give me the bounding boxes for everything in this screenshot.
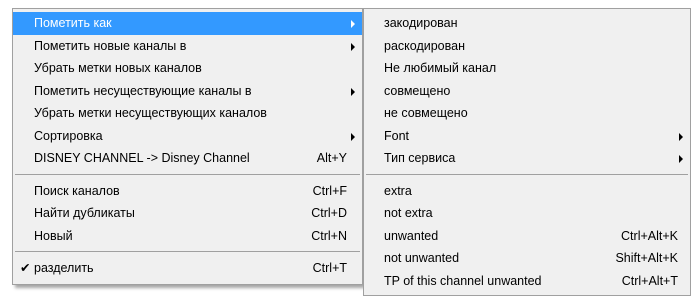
checkmark-icon: ✔: [20, 261, 31, 275]
menu-item-shortcut: Ctrl+D: [311, 206, 347, 220]
menu-separator: [15, 251, 360, 252]
menu-separator: [15, 173, 360, 175]
menu-item-not-unwanted[interactable]: not unwanted Shift+Alt+K: [364, 247, 690, 270]
menu-separator: [366, 173, 688, 175]
menu-item-unwanted[interactable]: unwanted Ctrl+Alt+K: [364, 225, 690, 248]
mark-as-submenu: закодирован раскодирован Не любимый канал с…: [363, 8, 691, 296]
menu-item-label: Новый: [34, 228, 73, 243]
menu-item-label: Пометить несуществующие каналы в: [34, 83, 252, 98]
menu-item-label: Не любимый канал: [384, 61, 497, 75]
menu-item-label: Убрать метки новых каналов: [34, 61, 202, 75]
menu-item-label: not unwanted: [384, 251, 460, 265]
submenu-arrow-icon: [351, 20, 355, 28]
menu-item-disney-channel-disney-channel[interactable]: DISNEY CHANNEL -> Disney Channel Alt+Y: [13, 147, 362, 170]
menu-item-label: Тип сервиса: [384, 151, 456, 165]
menu-item-label: Найти дубликаты: [34, 206, 135, 220]
menu-item-shortcut: Ctrl+F: [312, 183, 347, 198]
menu-item-сортировка[interactable]: Сортировка: [13, 125, 362, 148]
menu-item-label: раскодирован: [384, 38, 465, 53]
menu-item-label: Пометить как: [34, 16, 112, 30]
menu-item-label: разделить: [34, 261, 94, 275]
menu-item-shortcut: Alt+Y: [316, 151, 347, 165]
menu-item-убрать-метки-несуществующих-каналов[interactable]: Убрать метки несуществующих каналов: [13, 102, 362, 125]
menu-item-раскодирован[interactable]: раскодирован: [364, 35, 690, 58]
menu-item-label: DISNEY CHANNEL -> Disney Channel: [34, 151, 250, 165]
submenu-arrow-icon: [679, 155, 683, 163]
menu-item-shortcut: Ctrl+Alt+K: [621, 228, 678, 243]
menu-item-not-extra[interactable]: not extra: [364, 202, 690, 225]
context-menu: Пометить как Пометить новые каналы в Убрат…: [12, 8, 363, 285]
menu-item-extra[interactable]: extra: [364, 180, 690, 203]
menu-item-пометить-новые-каналы-в[interactable]: Пометить новые каналы в: [13, 35, 362, 58]
menu-item-тип-сервиса[interactable]: Тип сервиса: [364, 147, 690, 170]
menu-item-найти-дубликаты[interactable]: Найти дубликаты Ctrl+D: [13, 202, 362, 225]
menu-item-label: unwanted: [384, 228, 439, 243]
menu-item-label: не совмещено: [384, 106, 468, 120]
menu-item-label: Поиск каналов: [34, 183, 120, 198]
menu-item-label: закодирован: [384, 16, 458, 30]
menu-item-совмещено[interactable]: совмещено: [364, 80, 690, 103]
menu-item-tp-of-this-channel-unwanted[interactable]: TP of this channel unwanted Ctrl+Alt+T: [364, 270, 690, 293]
menu-item-не-совмещено[interactable]: не совмещено: [364, 102, 690, 125]
menu-item-shortcut: Ctrl+Alt+T: [621, 273, 678, 288]
menu-item-не-любимый-канал[interactable]: Не любимый канал: [364, 57, 690, 80]
menu-item-font[interactable]: Font: [364, 125, 690, 148]
menu-item-label: extra: [384, 183, 412, 198]
submenu-arrow-icon: [351, 132, 355, 141]
menu-item-пометить-как[interactable]: Пометить как: [13, 12, 362, 35]
menu-item-label: Сортировка: [34, 128, 103, 143]
menu-item-shortcut: Ctrl+N: [311, 228, 347, 243]
menu-item-label: Убрать метки несуществующих каналов: [34, 106, 267, 120]
menu-item-закодирован[interactable]: закодирован: [364, 12, 690, 35]
menu-item-shortcut: Ctrl+T: [312, 261, 347, 275]
menu-item-убрать-метки-новых-каналов[interactable]: Убрать метки новых каналов: [13, 57, 362, 80]
menu-item-shortcut: Shift+Alt+K: [615, 251, 678, 265]
submenu-arrow-icon: [679, 132, 683, 141]
submenu-arrow-icon: [351, 87, 355, 96]
menu-item-поиск-каналов[interactable]: Поиск каналов Ctrl+F: [13, 180, 362, 203]
menu-item-label: Пометить новые каналы в: [34, 38, 187, 53]
menu-item-label: совмещено: [384, 83, 451, 98]
menu-item-пометить-несуществующие-каналы-в[interactable]: Пометить несуществующие каналы в: [13, 80, 362, 103]
menu-item-label: not extra: [384, 206, 433, 220]
submenu-arrow-icon: [351, 42, 355, 51]
menu-item-разделить[interactable]: ✔ разделить Ctrl+T: [13, 257, 362, 280]
menu-item-новый[interactable]: Новый Ctrl+N: [13, 225, 362, 248]
menu-item-label: Font: [384, 128, 410, 143]
menu-item-label: TP of this channel unwanted: [384, 273, 542, 288]
